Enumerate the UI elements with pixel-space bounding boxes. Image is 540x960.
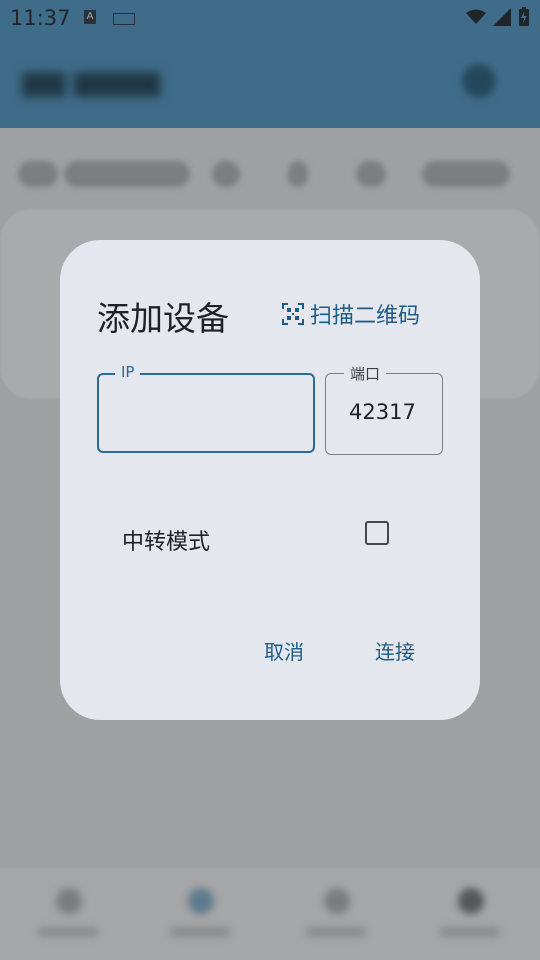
search-icon: [462, 64, 496, 98]
app-title-blurred: ▆▆ ▆▆▆▆: [22, 64, 161, 97]
port-input[interactable]: 端口 42317: [325, 363, 443, 455]
blurred-chip: [422, 161, 510, 187]
nav-label: [170, 928, 230, 936]
port-value: 42317: [349, 400, 416, 424]
cell-signal-icon: [493, 8, 511, 26]
wifi-icon: [466, 9, 486, 24]
scan-qr-label: 扫描二维码: [310, 304, 421, 329]
connect-button[interactable]: 连接: [375, 636, 415, 665]
nav-icon: [188, 888, 214, 914]
nav-item: [430, 886, 510, 946]
relay-mode-row: 中转模式: [122, 520, 422, 560]
qr-scan-icon: [282, 303, 304, 325]
battery-charging-icon: [519, 7, 529, 26]
scan-qr-button[interactable]: 扫描二维码: [282, 298, 420, 330]
app-bar: ▆▆ ▆▆▆▆: [0, 36, 540, 128]
blurred-chip: [288, 161, 308, 187]
blurred-chip: [356, 161, 386, 187]
bottom-navigation: [0, 868, 540, 960]
relay-mode-label: 中转模式: [122, 530, 211, 555]
relay-mode-checkbox[interactable]: [365, 521, 389, 545]
dialog-title: 添加设备: [97, 299, 229, 338]
status-time: 11:37: [10, 6, 71, 30]
nav-item: [160, 886, 240, 946]
nav-label: [38, 928, 98, 936]
status-bar: 11:37 A: [0, 0, 540, 36]
ip-label: IP: [115, 363, 141, 381]
ip-input[interactable]: IP: [97, 363, 315, 453]
nav-item: [28, 886, 108, 946]
blurred-chip: [18, 161, 58, 187]
nav-label: [306, 928, 366, 936]
add-device-dialog: 添加设备 扫描二维码 IP 端口 42317 中转模式 取消 连接: [60, 240, 480, 720]
cancel-button[interactable]: 取消: [264, 636, 304, 665]
status-icons: [466, 7, 530, 27]
nav-icon: [56, 888, 82, 914]
keyboard-notification-icon: [113, 13, 135, 25]
nav-item: [296, 886, 376, 946]
nav-label: [440, 928, 500, 936]
port-label: 端口: [344, 363, 387, 384]
nav-icon: [324, 888, 350, 914]
nav-icon: [458, 888, 484, 914]
blurred-chip: [64, 161, 190, 187]
autofill-notification-icon: A: [84, 10, 96, 24]
blurred-chip: [212, 161, 240, 187]
